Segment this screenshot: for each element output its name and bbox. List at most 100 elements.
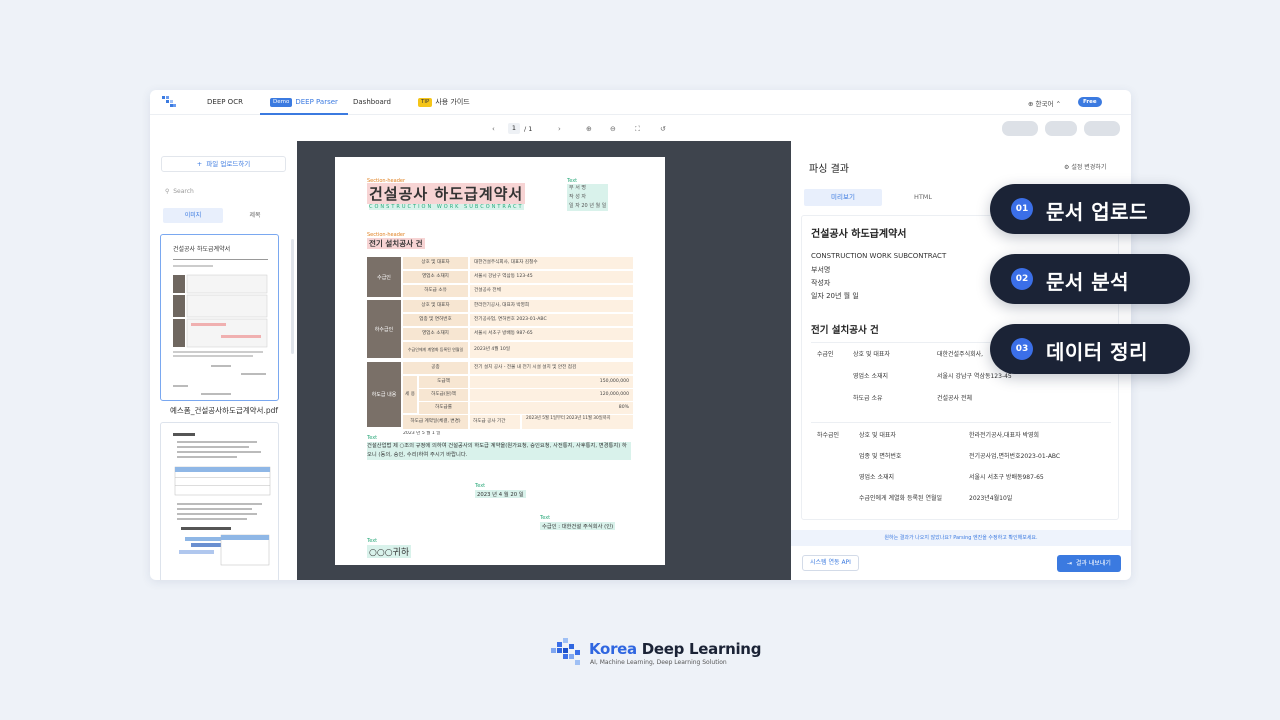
- brand-tagline: AI, Machine Learning, Deep Learning Solu…: [590, 659, 727, 666]
- settings-button[interactable]: ⚙ 설정 변경하기: [1064, 162, 1106, 171]
- table-value-cell: 한라전기공사, 대표자 박영희: [470, 300, 633, 312]
- section-title: 전기 설치공사 건: [367, 238, 425, 249]
- subcontractor-group-label: 하수급인: [367, 300, 401, 358]
- result-cell-label: 상호 및 대표자: [859, 432, 896, 439]
- table-side-label: 세 용: [403, 376, 417, 413]
- document-viewer: Section-header 건설공사 하도급계약서 CONSTRUCTION …: [297, 141, 791, 580]
- export-icon: ⇥: [1067, 560, 1073, 567]
- plan-badge[interactable]: Free: [1078, 97, 1102, 107]
- document-title: 건설공사 하도급계약서: [367, 183, 526, 204]
- sidebar-scrollbar[interactable]: [291, 239, 294, 354]
- zoom-in-icon[interactable]: ⊕: [586, 125, 592, 133]
- document-signature-line: 수급인 : 대한건설 주식회사 (인): [540, 522, 616, 530]
- panel-title: 파싱 결과: [809, 164, 849, 175]
- thumbnail-preview-image: 건설공사 하도급계약서: [173, 245, 268, 395]
- table-label-cell: 영업소 소재지: [403, 271, 468, 283]
- viewer-toolbar: ‹ 1 / 1 › ⊕ ⊖ ⛶ ↺: [150, 116, 1131, 141]
- table-label-cell: 공종: [403, 362, 468, 374]
- table-label-cell: 영업소 소재지: [403, 328, 468, 340]
- language-selector[interactable]: ⊕ 한국어 ⌃: [1028, 98, 1061, 108]
- panel-tabs: 미리보기 HTML: [804, 189, 934, 206]
- result-cell-label: 영업소 소재지: [853, 373, 889, 380]
- search-input[interactable]: ⚲ Search: [165, 188, 194, 195]
- document-paragraph: 건설산업법 제 ○조의 규정에 의하여 건설공사의 하도급 계약을(원가요청, …: [367, 442, 631, 460]
- text-label: Text: [475, 483, 486, 489]
- app-logo-icon[interactable]: [162, 96, 176, 108]
- tab-deep-parser[interactable]: Demo DEEP Parser: [260, 90, 348, 115]
- result-line: CONSTRUCTION WORK SUBCONTRACT: [811, 252, 947, 260]
- demo-badge: Demo: [270, 98, 293, 107]
- step-callout-analyze: 02 문서 분석: [990, 254, 1190, 304]
- step-label: 데이터 정리: [1046, 340, 1148, 364]
- tab-preview[interactable]: 미리보기: [804, 189, 882, 206]
- system-api-button[interactable]: 시스템 연동 API: [802, 555, 859, 571]
- page-total: / 1: [524, 125, 533, 133]
- approval-block: 부 서 명 작 성 자 일 자 20 년 월 일: [567, 184, 609, 211]
- disabled-action-button[interactable]: [1084, 121, 1120, 136]
- document-thumbnail[interactable]: 건설공사 하도급계약서: [160, 234, 279, 401]
- app-window: DEEP OCR Demo DEEP Parser Dashboard TIP 사용…: [150, 90, 1131, 580]
- text-label: Text: [540, 515, 551, 521]
- document-thumbnail-2[interactable]: [160, 422, 279, 580]
- rotate-icon[interactable]: ↺: [660, 125, 666, 133]
- table-label-cell: 수급인에게 계열화 등록된 연월일: [403, 342, 468, 358]
- export-results-button[interactable]: ⇥ 결과 내보내기: [1057, 555, 1121, 572]
- table-value-cell: 건설공사 전체: [470, 285, 633, 297]
- step-callout-upload: 01 문서 업로드: [990, 184, 1190, 234]
- step-number: 02: [1011, 268, 1033, 290]
- thumbnail-title-text: 건설공사 하도급계약서: [173, 245, 230, 253]
- result-subheading: 전기 설치공사 건: [811, 325, 879, 336]
- language-label: 한국어: [1035, 100, 1054, 108]
- table-value-cell: 150,000,000: [470, 376, 633, 388]
- tab-html[interactable]: HTML: [884, 189, 962, 206]
- result-group-label: 하수급인: [817, 432, 840, 439]
- brand-name-accent: Korea: [589, 640, 637, 658]
- tab-user-guide[interactable]: TIP 사용 가이드: [418, 90, 470, 115]
- table-value-cell: 서울시 강남구 역삼동 123-45: [470, 271, 633, 283]
- table-label-cell: 상호 및 대표자: [403, 300, 468, 312]
- table-value-cell: 전기 설치 공사 - 전물 내 전기 시설 설치 및 안전 점검: [470, 362, 633, 374]
- disabled-action-button[interactable]: [1002, 121, 1038, 136]
- document-subtitle: CONSTRUCTION WORK SUBCONTRACT: [369, 204, 524, 210]
- tab-deep-ocr[interactable]: DEEP OCR: [207, 90, 243, 115]
- settings-label: 설정 변경하기: [1071, 164, 1107, 171]
- content-group-label: 하도급 내용: [367, 362, 401, 427]
- table-value-cell: 대한건설주식회사, 대표자 김철수: [470, 257, 633, 269]
- table-label-cell: 하도급 계약일(체결, 변경): [403, 415, 468, 429]
- result-cell-value: 한라전기공사,대표자 박영희: [969, 432, 1040, 439]
- table-label-cell: 하도급(원)액: [419, 389, 468, 401]
- tab-dashboard[interactable]: Dashboard: [353, 90, 391, 115]
- globe-icon: ⊕: [1028, 100, 1034, 108]
- feedback-notice[interactable]: 원하는 결과가 나오지 않았나요? Parsing 엔진을 수정하고 확인해보세…: [791, 530, 1131, 546]
- table-label-cell: 하도급 소유: [403, 285, 468, 297]
- table-value-cell: 2023년 5월 1일부터 2023년 11월 30일까지: [522, 415, 633, 429]
- text-label: Text: [367, 538, 378, 544]
- result-cell-label: 하도급 소유: [853, 395, 883, 402]
- table-value-cell: 80%: [470, 402, 633, 414]
- disabled-action-button[interactable]: [1045, 121, 1077, 136]
- next-page-icon[interactable]: ›: [558, 125, 561, 133]
- result-cell-label: 업종 및 면허번호: [859, 453, 902, 460]
- table-label-cell: 상호 및 대표자: [403, 257, 468, 269]
- document-file-name[interactable]: 예스폼_건설공사하도급계약서.pdf: [170, 405, 278, 416]
- tab-image[interactable]: 이미지: [163, 208, 223, 223]
- tab-label: Dashboard: [353, 98, 391, 106]
- tab-label: DEEP OCR: [207, 98, 243, 106]
- approval-line: 일 자 20 년 월 일: [569, 203, 607, 209]
- result-table-subcontractor: 하수급인 상호 및 대표자 한라전기공사,대표자 박영희 업종 및 면허번호 전…: [811, 422, 1111, 517]
- result-cell-value: 대한건설주식회사,: [937, 351, 984, 358]
- result-line: 일자 20년 월 일: [811, 292, 859, 300]
- table-value-cell: 2023년 4월 10일: [470, 342, 633, 358]
- top-nav: DEEP OCR Demo DEEP Parser Dashboard TIP 사용…: [150, 90, 1131, 115]
- zoom-out-icon[interactable]: ⊖: [610, 125, 616, 133]
- brand-logo-icon: [551, 638, 580, 665]
- step-number: 01: [1011, 198, 1033, 220]
- prev-page-icon[interactable]: ‹: [492, 125, 495, 133]
- table-value-cell: 서울시 서초구 방배동 987-65: [470, 328, 633, 340]
- tab-label: 사용 가이드: [435, 98, 470, 106]
- result-group-label: 수급인: [817, 351, 834, 358]
- page-number-input[interactable]: 1: [508, 123, 520, 134]
- upload-file-button[interactable]: + 파일 업로드하기: [161, 156, 286, 172]
- fit-screen-icon[interactable]: ⛶: [635, 125, 640, 134]
- tab-title[interactable]: 제목: [225, 208, 285, 223]
